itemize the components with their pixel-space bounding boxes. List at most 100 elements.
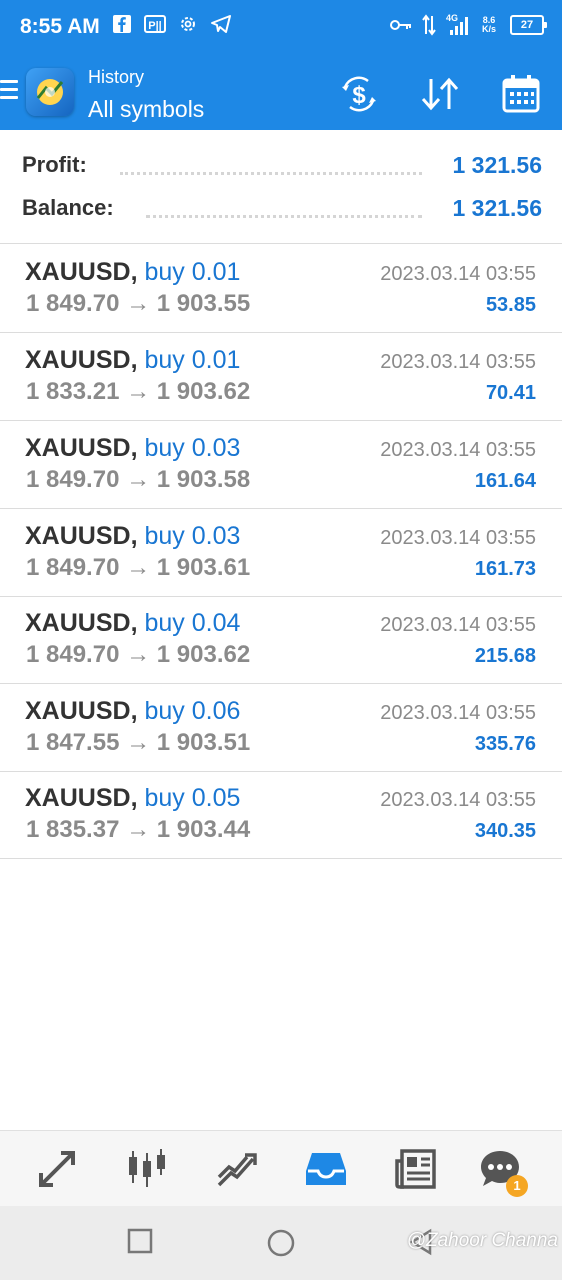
price-arrow-icon: → — [126, 290, 151, 317]
deal-profit: 340.35 — [474, 820, 536, 842]
facebook-icon — [113, 15, 131, 33]
screen-subtitle: History — [88, 67, 145, 87]
bottom-navigation: 1 — [0, 1130, 562, 1207]
deal-date: 2023.03.14 03:55 — [380, 789, 536, 811]
deal-open-price: 1 849.70 — [26, 290, 120, 317]
account-summary: Profit: 1 321.56 Balance: 1 321.56 — [0, 130, 562, 244]
menu-icon[interactable] — [0, 80, 18, 104]
vpn-key-icon — [390, 20, 411, 30]
deal-title: XAUUSD, buy 0.03 — [25, 522, 240, 551]
price-arrow-icon: → — [126, 466, 151, 493]
balance-value: 1 321.56 — [452, 195, 542, 221]
deal-prices: 1 849.70 → 1 903.62 — [26, 641, 250, 669]
screen-title[interactable]: All symbols — [88, 96, 204, 123]
deal-prices: 1 849.70 → 1 903.55 — [26, 290, 250, 318]
app-logo — [26, 68, 74, 116]
deal-date: 2023.03.14 03:55 — [380, 351, 536, 373]
price-arrow-icon: → — [126, 729, 151, 756]
deal-row[interactable]: XAUUSD, buy 0.01 1 833.21 → 1 903.62 202… — [0, 333, 562, 421]
home-icon[interactable] — [266, 1228, 296, 1258]
deal-row[interactable]: XAUUSD, buy 0.03 1 849.70 → 1 903.58 202… — [0, 421, 562, 509]
chart-icon[interactable] — [125, 1147, 169, 1191]
price-arrow-icon: → — [126, 378, 151, 405]
price-arrow-icon: → — [126, 816, 151, 843]
deal-title: XAUUSD, buy 0.03 — [25, 434, 240, 463]
deal-row[interactable]: XAUUSD, buy 0.04 1 849.70 → 1 903.62 202… — [0, 596, 562, 684]
deal-title: XAUUSD, buy 0.06 — [25, 697, 240, 726]
data-transfer-icon — [422, 14, 436, 36]
profit-value: 1 321.56 — [452, 152, 542, 178]
sort-icon[interactable] — [419, 73, 461, 115]
deal-open-price: 1 847.55 — [26, 729, 120, 756]
currency-exchange-icon[interactable]: $ — [338, 73, 380, 115]
deal-side: buy 0.01 — [144, 346, 241, 374]
trade-icon[interactable] — [215, 1147, 259, 1191]
deal-date: 2023.03.14 03:55 — [380, 614, 536, 636]
recent-apps-icon[interactable] — [127, 1228, 153, 1254]
deal-side: buy 0.01 — [144, 258, 241, 286]
deal-title: XAUUSD, buy 0.01 — [25, 258, 240, 287]
deal-side: buy 0.04 — [144, 609, 241, 637]
watermark: @Zahoor Channa — [406, 1230, 558, 1251]
history-icon[interactable] — [304, 1147, 348, 1191]
deal-profit: 161.64 — [474, 470, 536, 492]
deal-symbol: XAUUSD, — [25, 609, 138, 637]
price-arrow-icon: → — [126, 641, 151, 668]
network-speed: 8.6 K/s — [478, 16, 500, 34]
app-bar: History All symbols $ — [0, 58, 562, 130]
parking-app-icon: P|| — [144, 15, 166, 33]
deal-date: 2023.03.14 03:55 — [380, 702, 536, 724]
chat-unread-badge: 1 — [506, 1175, 528, 1197]
notification-icons: P|| — [112, 14, 232, 34]
chat-icon[interactable]: 1 — [478, 1147, 528, 1197]
svg-text:P||: P|| — [148, 20, 162, 32]
deal-close-price: 1 903.62 — [156, 378, 251, 405]
deal-row[interactable]: XAUUSD, buy 0.03 1 849.70 → 1 903.61 202… — [0, 509, 562, 597]
deal-side: buy 0.03 — [144, 522, 241, 550]
deal-row[interactable]: XAUUSD, buy 0.05 1 835.37 → 1 903.44 202… — [0, 771, 562, 859]
status-bar: 8:55 AM P|| 4G 8.6 K/s 27 — [0, 0, 562, 58]
deal-open-price: 1 833.21 — [26, 378, 120, 405]
deal-prices: 1 835.37 → 1 903.44 — [26, 816, 250, 844]
network-speed-unit: K/s — [481, 24, 496, 34]
news-icon[interactable] — [394, 1147, 438, 1191]
deal-prices: 1 849.70 → 1 903.58 — [26, 466, 250, 494]
dotted-leader — [146, 215, 422, 218]
svg-text:$: $ — [352, 82, 366, 109]
system-status-icons: 4G 8.6 K/s 27 — [390, 14, 547, 36]
deal-close-price: 1 903.62 — [156, 641, 251, 668]
deal-close-price: 1 903.55 — [156, 290, 251, 317]
calendar-icon[interactable] — [500, 73, 542, 115]
deal-prices: 1 833.21 → 1 903.62 — [26, 378, 250, 406]
price-arrow-icon: → — [126, 554, 151, 581]
deal-close-price: 1 903.44 — [156, 816, 251, 843]
deal-title: XAUUSD, buy 0.05 — [25, 784, 240, 813]
deal-close-price: 1 903.51 — [156, 729, 251, 756]
deal-profit: 215.68 — [474, 645, 536, 667]
deal-symbol: XAUUSD, — [25, 346, 138, 374]
deal-close-price: 1 903.58 — [156, 466, 251, 493]
deal-symbol: XAUUSD, — [25, 697, 138, 725]
system-navigation-bar: @Zahoor Channa — [0, 1206, 562, 1280]
deal-row[interactable]: XAUUSD, buy 0.06 1 847.55 → 1 903.51 202… — [0, 684, 562, 772]
dotted-leader — [120, 172, 422, 175]
deal-open-price: 1 835.37 — [26, 816, 120, 843]
deal-side: buy 0.06 — [144, 697, 241, 725]
deal-row[interactable]: XAUUSD, buy 0.01 1 849.70 → 1 903.55 202… — [0, 245, 562, 333]
deal-profit: 335.76 — [474, 733, 536, 755]
battery-indicator: 27 — [510, 15, 547, 35]
quotes-icon[interactable] — [35, 1147, 79, 1191]
balance-label: Balance: — [22, 195, 122, 221]
deal-date: 2023.03.14 03:55 — [380, 263, 536, 285]
signal-indicator: 4G — [446, 14, 468, 36]
deal-close-price: 1 903.61 — [156, 554, 251, 581]
deal-date: 2023.03.14 03:55 — [380, 527, 536, 549]
deal-symbol: XAUUSD, — [25, 784, 138, 812]
telegram-icon — [211, 15, 231, 33]
status-time: 8:55 AM — [20, 15, 100, 38]
deal-open-price: 1 849.70 — [26, 641, 120, 668]
settings-gear-icon — [181, 17, 195, 31]
deal-open-price: 1 849.70 — [26, 466, 120, 493]
deal-prices: 1 849.70 → 1 903.61 — [26, 554, 250, 582]
deal-side: buy 0.03 — [144, 434, 241, 462]
